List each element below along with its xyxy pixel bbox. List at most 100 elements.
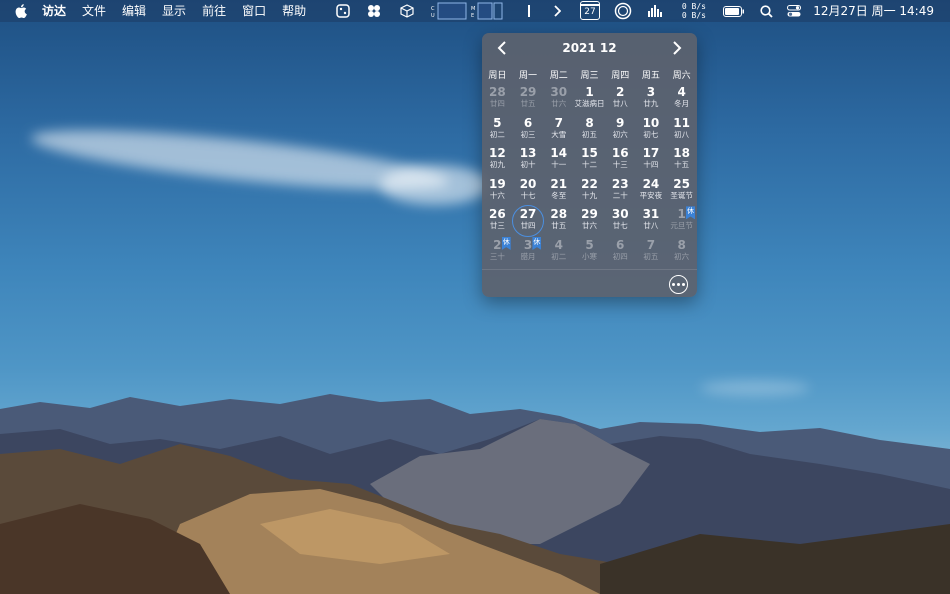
day-number: 11 <box>673 115 690 130</box>
day-number: 25 <box>673 176 690 191</box>
calendar-day[interactable]: 28 廿五 <box>543 207 574 238</box>
day-number: 4 <box>554 237 563 252</box>
calendar-month-title[interactable]: 2021 12 <box>482 39 697 57</box>
more-icon[interactable] <box>669 275 688 294</box>
calendar-day-today[interactable]: 27 廿四 <box>513 207 544 238</box>
calendar-day[interactable]: 29 廿五 <box>513 85 544 116</box>
calendar-day[interactable]: 25 圣诞节 <box>666 177 697 208</box>
network-speed[interactable]: 0 B/s 0 B/s <box>680 2 706 20</box>
calendar-day[interactable]: 1 艾滋病日 <box>574 85 605 116</box>
menu-window[interactable]: 窗口 <box>234 0 274 22</box>
menu-edit[interactable]: 编辑 <box>114 0 154 22</box>
dice-icon[interactable] <box>335 0 351 22</box>
calendar-day[interactable]: 29 廿六 <box>574 207 605 238</box>
calendar-day[interactable]: 4 初二 <box>543 238 574 269</box>
calendar-day[interactable]: 2 三十休 <box>482 236 513 269</box>
day-lunar-label: 初二 <box>551 251 567 261</box>
day-number: 16 <box>611 146 629 161</box>
day-lunar-label: 三十 <box>489 251 505 261</box>
calendar-day[interactable]: 6 初四 <box>605 238 636 269</box>
calendar-day[interactable]: 26 廿三 <box>482 207 513 238</box>
calendar-day[interactable]: 22 十九 <box>574 177 605 208</box>
search-icon[interactable] <box>758 0 774 22</box>
calendar-day[interactable]: 11 初八 <box>666 116 697 147</box>
calendar-day[interactable]: 24 平安夜 <box>636 177 667 208</box>
menubar-clock[interactable]: 12月27日 周一 14:49 <box>813 0 934 22</box>
day-number: 3 <box>646 85 656 99</box>
day-number: 12 <box>489 146 506 161</box>
day-lunar-label: 平安夜 <box>639 190 663 200</box>
calendar-day[interactable]: 8 初五 <box>574 116 605 147</box>
menu-file[interactable]: 文件 <box>74 0 114 22</box>
memory-graph-icon[interactable]: ME <box>470 0 504 22</box>
calendar-day[interactable]: 8 初六 <box>666 238 697 269</box>
circle-icon[interactable] <box>613 0 633 22</box>
day-lunar-label: 十六 <box>489 190 505 200</box>
chevron-right-icon[interactable] <box>667 39 685 57</box>
day-lunar-label: 元旦节 <box>670 221 693 231</box>
calendar-day[interactable]: 18 十五 <box>666 146 697 177</box>
calendar-day[interactable]: 2 廿八 <box>605 85 636 116</box>
calendar-popover: 2021 12 周日 周一 周二 周三 周四 周五 周六 28 廿四 29 廿五 30 廿… <box>482 33 697 297</box>
clover-icon[interactable] <box>366 0 382 22</box>
day-lunar-label: 廿五 <box>551 221 567 231</box>
calendar-day[interactable]: 31 廿八 <box>636 207 667 238</box>
day-number: 1 <box>585 85 594 99</box>
chevron-right-icon[interactable] <box>551 0 563 22</box>
calendar-day[interactable]: 5 小寒 <box>574 238 605 269</box>
calendar-day[interactable]: 13 初十 <box>513 146 544 177</box>
weekday-label: 周日 <box>488 71 507 81</box>
calendar-icon[interactable]: 27 <box>580 1 600 20</box>
calendar-day[interactable]: 9 初六 <box>605 116 636 147</box>
calendar-day[interactable]: 6 初三 <box>513 116 544 147</box>
weekday-label: 周四 <box>611 71 630 81</box>
battery-icon[interactable] <box>722 0 746 22</box>
calendar-day[interactable]: 7 初五 <box>636 238 667 269</box>
calendar-day[interactable]: 15 十二 <box>574 146 605 177</box>
calendar-day[interactable]: 21 冬至 <box>543 177 574 208</box>
day-number: 17 <box>642 146 660 161</box>
calendar-day[interactable]: 12 初九 <box>482 146 513 177</box>
calendar-day[interactable]: 28 廿四 <box>482 85 513 116</box>
calendar-day[interactable]: 16 十三 <box>605 146 636 177</box>
calendar-day[interactable]: 17 十四 <box>636 146 667 177</box>
menu-view[interactable]: 显示 <box>154 0 194 22</box>
app-menu[interactable]: 访达 <box>34 0 74 22</box>
control-center-icon[interactable] <box>786 0 802 22</box>
day-number: 30 <box>611 207 629 222</box>
calendar-day[interactable]: 3 廿九 <box>636 85 667 116</box>
text-cursor-icon[interactable] <box>523 0 535 22</box>
calendar-day[interactable]: 30 廿六 <box>543 85 574 116</box>
menu-help[interactable]: 帮助 <box>274 0 314 22</box>
calendar-day[interactable]: 5 初二 <box>482 116 513 147</box>
day-number: 22 <box>581 176 598 191</box>
calendar-day[interactable]: 20 十七 <box>513 177 544 208</box>
calendar-day[interactable]: 23 二十 <box>605 177 636 208</box>
day-lunar-label: 艾滋病日 <box>574 99 605 108</box>
calendar-day[interactable]: 1 元旦节休 <box>666 206 697 238</box>
weekday-label: 周五 <box>641 71 660 81</box>
day-number: 15 <box>581 146 598 161</box>
wallpaper-cloud <box>380 165 490 205</box>
calendar-day[interactable]: 7 大雪 <box>543 116 574 147</box>
calendar-day[interactable]: 19 十六 <box>482 177 513 208</box>
menu-go[interactable]: 前往 <box>194 0 234 22</box>
cpu-graph-icon[interactable]: CU <box>430 0 468 22</box>
signal-icon[interactable] <box>647 0 665 22</box>
calendar-day[interactable]: 3 腊月休 <box>513 236 544 269</box>
cube-icon[interactable] <box>399 0 415 22</box>
day-lunar-label: 初九 <box>489 160 505 170</box>
day-lunar-label: 二十 <box>612 190 628 200</box>
day-number: 8 <box>677 237 686 252</box>
weekday-label: 周二 <box>549 71 568 81</box>
calendar-day[interactable]: 14 十一 <box>543 146 574 177</box>
day-number: 6 <box>616 237 625 252</box>
calendar-day[interactable]: 30 廿七 <box>605 207 636 238</box>
day-lunar-label: 冬至 <box>551 190 567 200</box>
day-number: 2 <box>616 85 625 99</box>
day-lunar-label: 初十 <box>520 160 536 170</box>
calendar-day[interactable]: 4 冬月 <box>666 85 697 116</box>
apple-icon[interactable] <box>14 4 28 18</box>
day-number: 31 <box>642 207 660 222</box>
calendar-day[interactable]: 10 初七 <box>636 116 667 147</box>
